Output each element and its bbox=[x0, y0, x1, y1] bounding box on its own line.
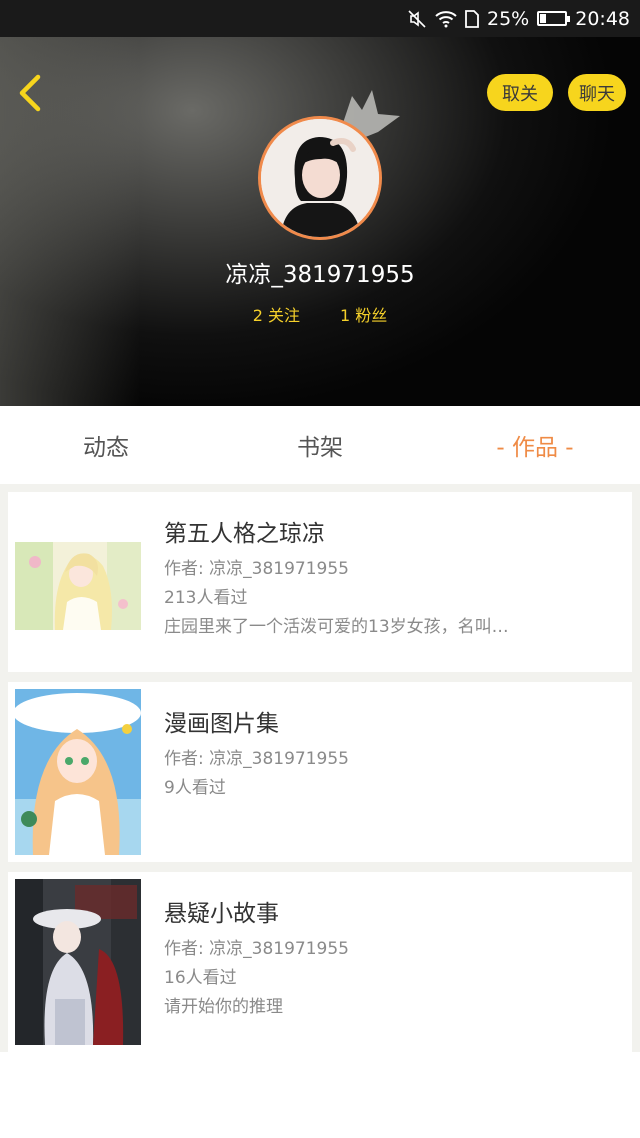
status-bar: 25% 20:48 bbox=[0, 0, 640, 37]
wifi-icon bbox=[435, 10, 457, 28]
work-views: 9人看过 bbox=[164, 778, 226, 798]
work-views: 213人看过 bbox=[164, 588, 248, 608]
work-author: 作者: 凉凉_381971955 bbox=[164, 749, 349, 769]
work-author: 作者: 凉凉_381971955 bbox=[164, 559, 349, 579]
profile-stats: 2 关注 1 粉丝 bbox=[0, 302, 640, 326]
work-description: 请开始你的推理 bbox=[164, 997, 283, 1017]
work-views: 16人看过 bbox=[164, 968, 237, 988]
following-count[interactable]: 2 关注 bbox=[253, 302, 300, 326]
battery-icon bbox=[537, 11, 571, 26]
battery-level bbox=[540, 14, 547, 23]
chevron-left-icon bbox=[19, 74, 41, 112]
back-button[interactable] bbox=[14, 73, 50, 113]
work-cover-image bbox=[15, 542, 141, 630]
tab-dynamics[interactable]: 动态 bbox=[56, 406, 156, 484]
list-item[interactable]: 悬疑小故事 作者: 凉凉_381971955 16人看过 请开始你的推理 bbox=[8, 872, 632, 1052]
profile-header: 取关 聊天 凉凉_381971955 2 关注 1 粉丝 bbox=[0, 37, 640, 406]
chat-button[interactable]: 聊天 bbox=[568, 74, 626, 111]
work-cover-image bbox=[15, 879, 141, 1045]
mute-icon bbox=[407, 9, 427, 29]
avatar[interactable] bbox=[258, 116, 382, 240]
work-cover-image bbox=[15, 689, 141, 855]
tab-works[interactable]: - 作品 - bbox=[460, 406, 610, 484]
tab-bookshelf[interactable]: 书架 bbox=[270, 406, 370, 484]
avatar-image bbox=[261, 119, 379, 237]
username: 凉凉_381971955 bbox=[225, 262, 415, 288]
fans-count[interactable]: 1 粉丝 bbox=[340, 302, 387, 326]
status-icons: 25% 20:48 bbox=[407, 0, 630, 37]
works-list: 第五人格之琼凉 作者: 凉凉_381971955 213人看过 庄园里来了一个活… bbox=[0, 484, 640, 1052]
work-title: 第五人格之琼凉 bbox=[164, 521, 325, 547]
list-item[interactable]: 漫画图片集 作者: 凉凉_381971955 9人看过 bbox=[8, 682, 632, 862]
list-item[interactable]: 第五人格之琼凉 作者: 凉凉_381971955 213人看过 庄园里来了一个活… bbox=[8, 492, 632, 672]
work-title: 漫画图片集 bbox=[164, 711, 279, 737]
work-description: 庄园里来了一个活泼可爱的13岁女孩，名叫… bbox=[164, 617, 509, 637]
profile-tabs: 动态 书架 - 作品 - bbox=[0, 406, 640, 484]
work-title: 悬疑小故事 bbox=[164, 901, 279, 927]
clock: 20:48 bbox=[575, 7, 630, 30]
battery-percent: 25% bbox=[487, 7, 530, 30]
work-author: 作者: 凉凉_381971955 bbox=[164, 939, 349, 959]
sim-icon bbox=[465, 9, 479, 28]
unfollow-button[interactable]: 取关 bbox=[487, 74, 553, 111]
